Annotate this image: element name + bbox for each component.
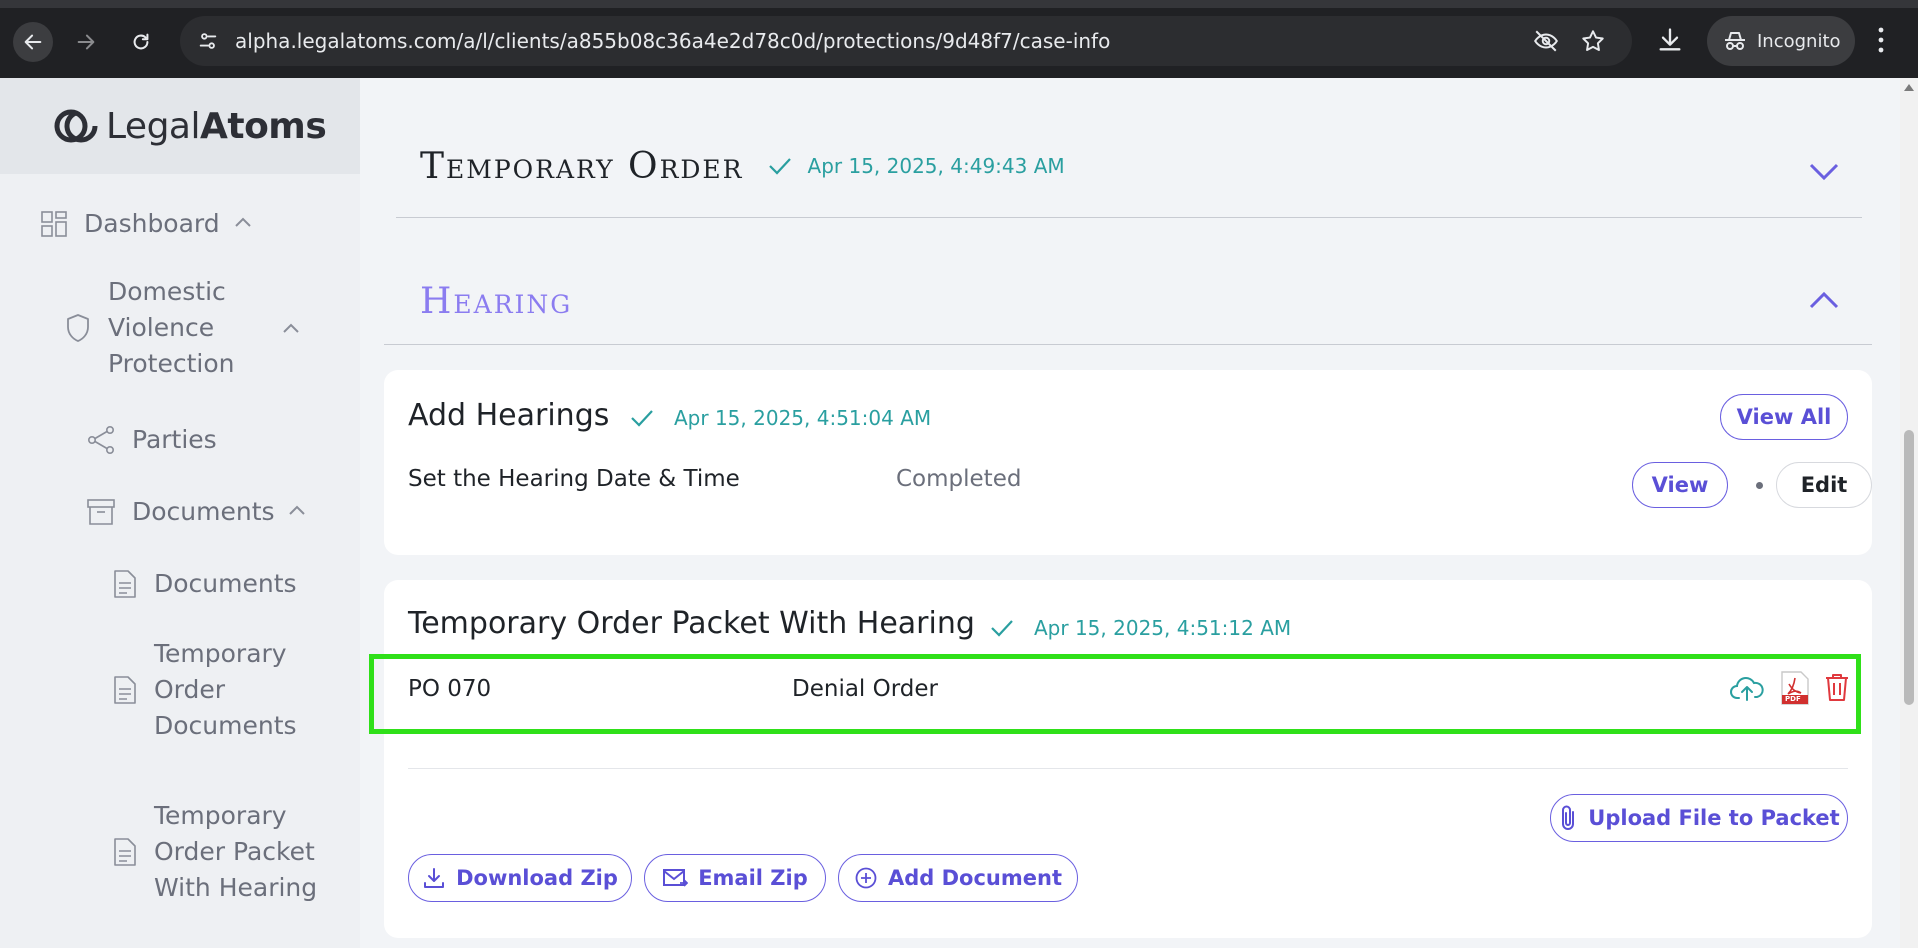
edit-button[interactable]: Edit xyxy=(1776,462,1872,508)
add-hearings-title: Add Hearings xyxy=(408,398,610,433)
hearing-title: Hearing xyxy=(420,280,573,322)
sidebar: LegalAtoms Dashboard Domestic Violence P… xyxy=(0,78,360,948)
scrollbar-thumb[interactable] xyxy=(1904,430,1914,705)
add-hearings-card: Add Hearings Apr 15, 2025, 4:51:04 AM Vi… xyxy=(384,370,1872,555)
grid-icon xyxy=(40,211,68,237)
more-vert-icon[interactable] xyxy=(1876,26,1886,54)
sidebar-item-documents-sub[interactable]: Documents xyxy=(112,564,332,604)
divider xyxy=(384,344,1872,345)
eye-off-icon[interactable] xyxy=(1533,28,1559,54)
reload-button[interactable] xyxy=(121,22,161,62)
plus-circle-icon xyxy=(855,867,877,889)
tab-strip xyxy=(0,0,1918,8)
check-icon xyxy=(631,410,653,427)
check-icon xyxy=(991,620,1013,637)
incognito-badge[interactable]: Incognito xyxy=(1707,16,1855,66)
temporary-order-date: Apr 15, 2025, 4:49:43 AM xyxy=(807,154,1065,178)
view-button[interactable]: View xyxy=(1632,462,1728,508)
incognito-label: Incognito xyxy=(1757,30,1841,52)
divider xyxy=(396,217,1862,218)
add-document-button[interactable]: Add Document xyxy=(838,854,1078,902)
upload-file-to-packet-button[interactable]: Upload File to Packet xyxy=(1550,794,1848,842)
temporary-order-section-header[interactable]: Temporary Order Apr 15, 2025, 4:49:43 AM xyxy=(420,144,1860,188)
divider xyxy=(408,768,1848,769)
temporary-order-title: Temporary Order xyxy=(420,145,744,187)
highlighted-document-row xyxy=(369,654,1861,734)
chevron-up-icon xyxy=(235,217,251,227)
sidebar-item-documents[interactable]: Documents xyxy=(86,492,326,532)
site-info-button[interactable] xyxy=(190,23,226,59)
sidebar-item-domestic-violence-protection[interactable]: Domestic Violence Protection xyxy=(64,274,324,382)
share-icon xyxy=(86,425,116,455)
star-icon[interactable] xyxy=(1580,28,1606,54)
hearing-section-header[interactable]: Hearing xyxy=(420,278,1020,324)
arrow-right-icon xyxy=(77,34,95,50)
logo-text: LegalAtoms xyxy=(106,105,327,147)
sidebar-item-dashboard[interactable]: Dashboard xyxy=(40,204,340,244)
separator-dot xyxy=(1756,482,1763,489)
sidebar-item-label: Documents xyxy=(154,569,297,598)
back-button[interactable] xyxy=(13,22,53,62)
archive-icon xyxy=(86,497,116,527)
packet-date: Apr 15, 2025, 4:51:12 AM xyxy=(1034,616,1292,640)
download-icon[interactable] xyxy=(1656,26,1684,54)
check-icon xyxy=(768,158,791,175)
sidebar-item-label: Temporary Order Documents xyxy=(154,639,297,740)
logo-text-regular: Legal xyxy=(106,105,201,147)
download-zip-button[interactable]: Download Zip xyxy=(408,854,632,902)
address-bar[interactable]: alpha.legalatoms.com/a/l/clients/a855b08… xyxy=(180,16,1632,66)
chevron-up-icon xyxy=(283,323,299,333)
incognito-icon xyxy=(1725,32,1745,50)
sidebar-item-parties[interactable]: Parties xyxy=(86,420,326,460)
main-content: Temporary Order Apr 15, 2025, 4:49:43 AM… xyxy=(360,78,1900,948)
arrow-left-icon xyxy=(24,34,42,50)
browser-toolbar: alpha.legalatoms.com/a/l/clients/a855b08… xyxy=(0,0,1918,78)
chevron-up-icon[interactable] xyxy=(1808,290,1840,310)
tune-icon xyxy=(199,33,217,49)
file-icon xyxy=(112,837,138,867)
view-all-button[interactable]: View All xyxy=(1720,394,1848,440)
email-zip-button[interactable]: Email Zip xyxy=(644,854,826,902)
paperclip-icon xyxy=(1562,805,1575,830)
sidebar-item-label: Dashboard xyxy=(84,209,220,238)
sidebar-item-temporary-order-packet[interactable]: Temporary Order Packet With Hearing xyxy=(112,780,332,924)
email-zip-label: Email Zip xyxy=(698,866,808,890)
sidebar-item-label: Parties xyxy=(132,425,217,454)
legalatoms-logo-icon xyxy=(54,109,98,143)
reload-icon xyxy=(133,33,149,50)
packet-card: Temporary Order Packet With Hearing Apr … xyxy=(384,580,1872,938)
scroll-up-arrow[interactable] xyxy=(1904,84,1914,91)
file-icon xyxy=(112,569,138,599)
sidebar-item-label: Domestic Violence Protection xyxy=(108,277,235,378)
download-zip-label: Download Zip xyxy=(456,866,618,890)
url-text[interactable]: alpha.legalatoms.com/a/l/clients/a855b08… xyxy=(235,29,1110,53)
forward-button[interactable] xyxy=(66,22,106,62)
add-document-label: Add Document xyxy=(888,866,1062,890)
sidebar-item-label: Documents xyxy=(132,497,275,526)
upload-file-label: Upload File to Packet xyxy=(1588,806,1840,830)
sidebar-item-temporary-order-documents[interactable]: Temporary Order Documents xyxy=(112,636,332,744)
hearing-task-status: Completed xyxy=(896,466,1022,492)
email-send-icon xyxy=(663,869,689,887)
chevron-up-icon xyxy=(289,505,305,515)
chevron-down-icon[interactable] xyxy=(1808,162,1840,182)
shield-icon xyxy=(64,313,92,343)
hearing-task-label: Set the Hearing Date & Time xyxy=(408,466,740,492)
vertical-scrollbar[interactable] xyxy=(1900,78,1918,948)
logo-text-bold: Atoms xyxy=(200,105,327,147)
file-icon xyxy=(112,675,138,705)
download-icon xyxy=(424,868,445,888)
app-logo[interactable]: LegalAtoms xyxy=(0,78,360,174)
add-hearings-date: Apr 15, 2025, 4:51:04 AM xyxy=(674,406,932,430)
sidebar-item-label: Temporary Order Packet With Hearing xyxy=(154,801,318,902)
packet-title: Temporary Order Packet With Hearing xyxy=(408,606,975,641)
